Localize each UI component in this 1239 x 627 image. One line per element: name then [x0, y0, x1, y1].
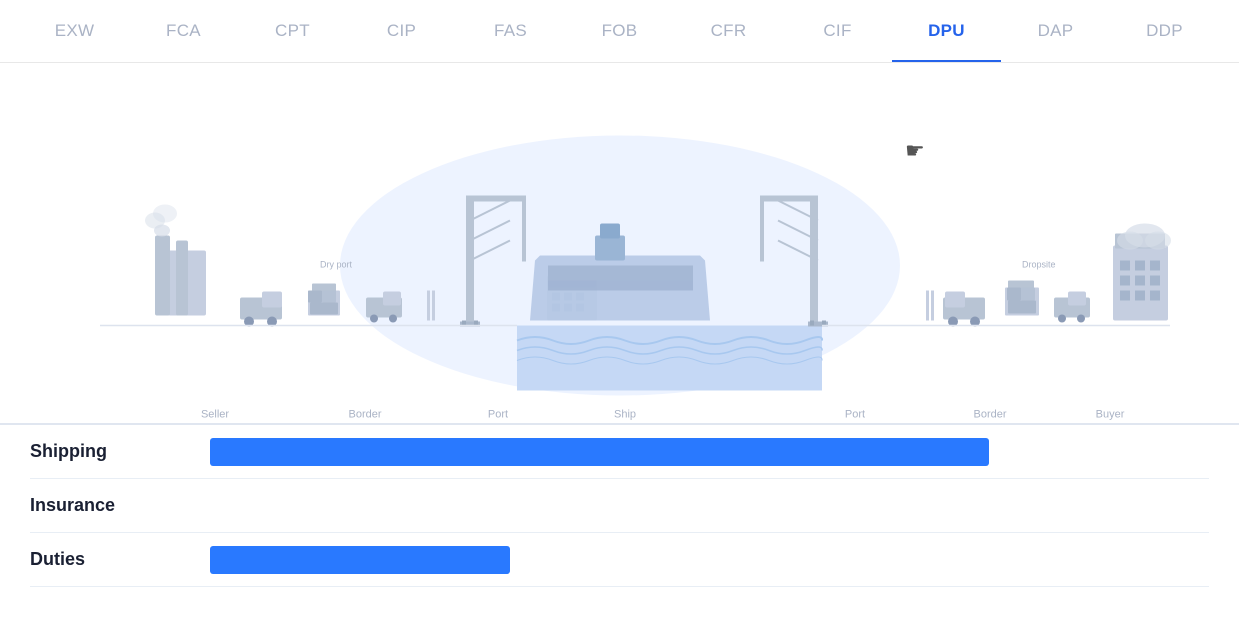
- tab-fas[interactable]: FAS: [456, 1, 565, 61]
- svg-text:Port: Port: [845, 409, 865, 421]
- shipping-label: Shipping: [30, 441, 210, 462]
- tab-fob[interactable]: FOB: [565, 1, 674, 61]
- shipping-row: Shipping: [30, 425, 1209, 479]
- tab-ddp[interactable]: DDP: [1110, 1, 1219, 61]
- tab-cpt[interactable]: CPT: [238, 1, 347, 61]
- insurance-label: Insurance: [30, 495, 210, 516]
- svg-text:Seller: Seller: [201, 409, 229, 421]
- shipping-bar-container: [210, 438, 1209, 466]
- duties-bar: [210, 546, 510, 574]
- tab-dpu[interactable]: DPU: [892, 1, 1001, 61]
- tab-fca[interactable]: FCA: [129, 1, 238, 61]
- duties-bar-container: [210, 546, 1209, 574]
- data-table: Shipping Insurance Duties: [0, 423, 1239, 587]
- tab-cfr[interactable]: CFR: [674, 1, 783, 61]
- tab-dap[interactable]: DAP: [1001, 1, 1110, 61]
- svg-text:Port: Port: [488, 409, 508, 421]
- scene-illustration: Dry port: [0, 63, 1239, 423]
- nav-tabs: EXW FCA CPT CIP FAS FOB CFR CIF DPU DAP …: [0, 0, 1239, 63]
- tab-cip[interactable]: CIP: [347, 1, 456, 61]
- duties-label: Duties: [30, 549, 210, 570]
- tab-exw[interactable]: EXW: [20, 1, 129, 61]
- cursor-icon: ☛: [905, 138, 925, 164]
- tab-cif[interactable]: CIF: [783, 1, 892, 61]
- svg-text:Buyer: Buyer: [1096, 409, 1125, 421]
- svg-text:Dropsite: Dropsite: [1022, 260, 1056, 270]
- duties-row: Duties: [30, 533, 1209, 587]
- diagram-area: ☛: [0, 63, 1239, 423]
- svg-text:Border: Border: [973, 409, 1006, 421]
- shipping-bar: [210, 438, 989, 466]
- insurance-row: Insurance: [30, 479, 1209, 533]
- svg-text:Border: Border: [348, 409, 381, 421]
- svg-text:Dry port: Dry port: [320, 260, 353, 270]
- svg-text:Ship: Ship: [614, 409, 636, 421]
